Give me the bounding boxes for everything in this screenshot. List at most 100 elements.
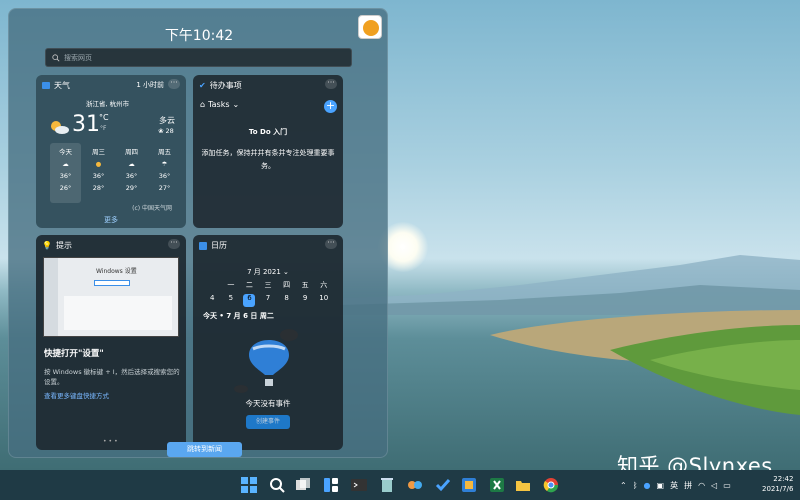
forecast-low: 26° [59, 184, 72, 192]
security-icon[interactable]: ● [644, 481, 651, 490]
carousel-dots[interactable]: ••• [103, 438, 120, 445]
forecast-day[interactable]: 周三 ● 36° 28° [83, 143, 114, 203]
forecast-high: 36° [125, 172, 138, 180]
volume-icon[interactable]: ◁ [711, 481, 717, 490]
sun-icon: ● [95, 160, 102, 168]
grass-island [490, 310, 800, 415]
start-button[interactable] [240, 476, 258, 494]
colorful-app-icon[interactable] [406, 476, 424, 494]
todo-description: 添加任务，保持井井有条并专注处理重要事务。 [201, 149, 335, 170]
rain-icon: ☂ [161, 160, 168, 168]
weather-temperature: 31 [72, 112, 100, 137]
todo-check-icon: ✔ [199, 81, 206, 90]
calendar-date[interactable]: 4 [203, 294, 222, 307]
wifi-icon[interactable]: ◠ [698, 481, 705, 490]
taskbar-clock[interactable]: 22:42 2021/7/6 [762, 474, 793, 494]
calendar-date-today[interactable]: 6 [243, 294, 256, 307]
calendar-date[interactable]: 10 [314, 294, 333, 307]
calendar-today-label: 今天 • 7 月 6 日 周二 [203, 312, 274, 320]
todo-title: 待办事项 [209, 81, 242, 90]
weather-title: 天气 [54, 81, 70, 90]
todo-list-name: Tasks [208, 100, 230, 109]
store-app-icon[interactable] [460, 476, 478, 494]
weather-more-link[interactable]: 更多 [104, 215, 118, 225]
add-event-button[interactable]: 创建事件 [246, 415, 290, 429]
forecast-low: 27° [158, 184, 171, 192]
tips-heading: 快捷打开"设置" [44, 349, 104, 359]
calendar-date[interactable]: 8 [277, 294, 296, 307]
lightbulb-icon: 💡 [42, 241, 52, 250]
terminal-icon[interactable] [350, 476, 368, 494]
todo-more-button[interactable]: ··· [325, 79, 337, 89]
forecast-high: 36° [92, 172, 105, 180]
todo-app-icon[interactable] [434, 476, 452, 494]
forecast-day-name: 周三 [92, 148, 105, 156]
user-avatar[interactable] [358, 15, 382, 39]
tips-shortcuts-link[interactable]: 查看更多键盘快捷方式 [44, 390, 109, 400]
calendar-date[interactable]: 5 [222, 294, 241, 307]
weekday-label: 四 [283, 281, 291, 289]
partly-cloudy-icon [51, 121, 69, 134]
weekday-sunday [203, 280, 222, 290]
forecast-day-name: 周五 [158, 148, 171, 156]
search-input[interactable]: 搜索网页 [45, 48, 352, 67]
calendar-more-button[interactable]: ··· [325, 239, 337, 249]
home-icon: ⌂ [200, 100, 206, 109]
tips-widget[interactable]: 💡 提示 ··· Windows 设置 快捷打开"设置" 按 Windows 徽… [36, 235, 186, 450]
taskbar-time: 22:42 [773, 475, 794, 483]
calendar-month-label: 7 月 2021 [247, 268, 281, 276]
weekday-label: 六 [320, 281, 328, 289]
weather-location[interactable]: 浙江省, 杭州市 [86, 98, 129, 108]
task-view-icon[interactable] [294, 476, 312, 494]
widgets-icon[interactable] [322, 476, 340, 494]
ime-language[interactable]: 英 [670, 480, 678, 491]
weather-unit-c[interactable]: °C [99, 113, 109, 122]
tips-more-button[interactable]: ··· [168, 239, 180, 249]
tips-screenshot-title: Windows 设置 [96, 268, 137, 275]
forecast-day[interactable]: 周五 ☂ 36° 27° [149, 143, 180, 203]
todo-widget[interactable]: ✔ 待办事项 ··· ⌂ Tasks ⌄ + To Do 入门 添加任务，保持井… [193, 75, 343, 228]
battery-icon[interactable]: ▭ [723, 481, 731, 490]
calendar-date[interactable]: 9 [296, 294, 315, 307]
search-icon [52, 53, 60, 61]
taskbar-date: 2021/7/6 [762, 485, 794, 493]
balloon-illustration [234, 329, 298, 393]
weather-unit-f[interactable]: °F [100, 125, 106, 132]
weather-source[interactable]: (c) 中国天气网 [132, 203, 172, 212]
todo-list-selector[interactable]: ⌂ Tasks ⌄ [200, 100, 239, 109]
panel-clock: 下午10:42 [164, 28, 234, 44]
ime-mode[interactable]: 拼 [684, 480, 692, 491]
recycle-bin-icon[interactable] [378, 476, 396, 494]
calendar-no-events: 今天没有事件 [245, 399, 291, 408]
chevron-up-icon[interactable]: ⌃ [620, 481, 627, 490]
file-explorer-icon[interactable] [514, 476, 532, 494]
weather-more-button[interactable]: ··· [168, 79, 180, 89]
search-icon[interactable] [268, 476, 286, 494]
chevron-down-icon: ⌄ [232, 100, 240, 109]
bluetooth-icon[interactable]: ᛒ [633, 481, 638, 490]
tips-title: 提示 [55, 241, 72, 250]
calendar-grid: 一 二 三 四 五 六 4 5 6 7 8 9 10 [203, 280, 333, 307]
chrome-icon[interactable] [542, 476, 560, 494]
forecast-day[interactable]: 今天 ☁ 36° 26° [50, 143, 81, 203]
weather-condition: 多云 [159, 116, 175, 125]
calendar-title: 日历 [211, 241, 227, 250]
calendar-widget[interactable]: 日历 ··· 7 月 2021 ⌄ 一 二 三 四 五 六 4 5 6 7 8 … [193, 235, 343, 450]
defender-icon[interactable]: ▣ [657, 481, 665, 490]
calendar-month[interactable]: 7 月 2021 ⌄ [193, 267, 343, 277]
excel-icon[interactable] [488, 476, 506, 494]
weather-widget[interactable]: 天气 1 小时前 ··· 浙江省, 杭州市 31 °C °F 多云 ❀ 28 今… [36, 75, 186, 228]
weekday-label: 一 [227, 281, 235, 289]
calendar-date[interactable]: 7 [259, 294, 278, 307]
forecast-day-name: 周四 [125, 148, 138, 156]
watermark: 知乎 @Slynxes [617, 454, 773, 470]
cloud-icon: ☁ [62, 160, 69, 168]
weather-widget-icon [42, 82, 50, 89]
forecast-high: 36° [158, 172, 171, 180]
forecast-low: 28° [92, 184, 105, 192]
add-task-button[interactable]: + [324, 100, 337, 113]
go-to-news-button[interactable]: 跳转到新闻 [167, 442, 242, 457]
cloud-icon: ☁ [128, 160, 135, 168]
forecast-day[interactable]: 周四 ☁ 36° 29° [116, 143, 147, 203]
todo-heading: To Do 入门 [248, 128, 288, 136]
